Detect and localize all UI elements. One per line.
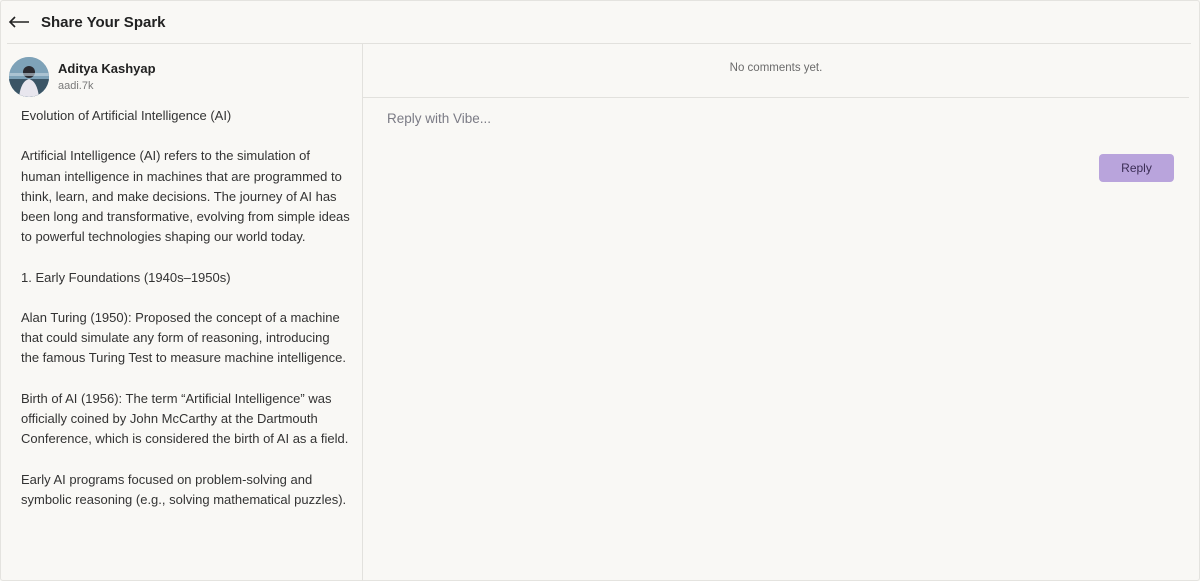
avatar-photo-icon [9,57,49,97]
comments-divider [363,97,1189,98]
post-panel: Aditya Kashyap aadi.7k Evolution of Arti… [1,44,363,581]
arrow-left-icon [8,16,29,28]
reply-button[interactable]: Reply [1099,154,1174,182]
post-paragraph: Alan Turing (1950): Proposed the concept… [21,309,346,366]
empty-comments-text: No comments yet. [729,62,823,74]
author-handle: aadi.7k [58,80,94,92]
post-paragraph: Early AI programs focused on problem-sol… [21,471,347,507]
author-info: Aditya Kashyap aadi.7k [58,60,156,94]
avatar[interactable] [9,57,49,97]
page-title: Share Your Spark [41,13,166,31]
page-header: Share Your Spark [1,1,1199,43]
post-paragraph: Artificial Intelligence (AI) refers to t… [21,148,350,245]
back-button[interactable] [7,10,31,34]
reply-input[interactable] [377,106,1177,130]
author-name[interactable]: Aditya Kashyap [58,60,156,78]
post-paragraph: Evolution of Artificial Intelligence (AI… [21,108,232,123]
post-paragraph: Birth of AI (1956): The term “Artificial… [21,390,349,447]
post-body: Evolution of Artificial Intelligence (AI… [21,106,351,530]
comments-panel: No comments yet. Reply [363,44,1199,581]
app-frame: Share Your Spark Aditya Kashyap aadi.7k … [0,0,1200,581]
post-author: Aditya Kashyap aadi.7k [9,57,156,97]
post-paragraph: 1. Early Foundations (1940s–1950s) [21,269,231,285]
